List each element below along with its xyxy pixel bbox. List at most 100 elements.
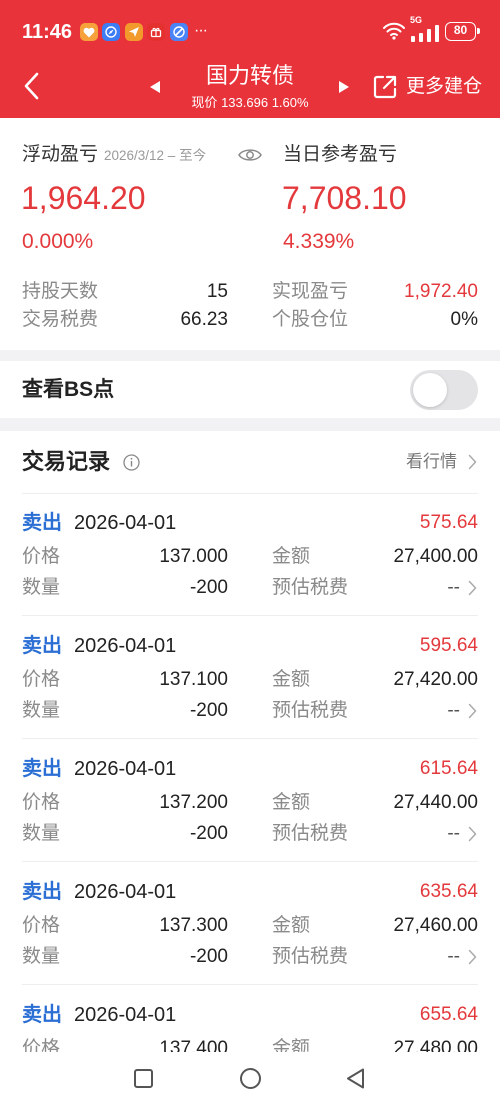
trade-fee: -- [447, 700, 460, 721]
trade-fee: -- [447, 823, 460, 844]
trade-record[interactable]: 卖出 2026-04-01 595.64 价格 137.100 金额 27,42… [0, 616, 500, 739]
trade-amount: 27,440.00 [393, 792, 478, 813]
more-positions-label: 更多建仓 [406, 76, 483, 97]
recents-square-icon[interactable] [133, 1068, 154, 1089]
caret-left-icon [150, 81, 160, 93]
trade-amount: 27,420.00 [393, 669, 478, 690]
trade-amount: 27,460.00 [393, 915, 478, 936]
back-triangle-icon[interactable] [345, 1067, 366, 1090]
trade-amount: 27,480.00 [393, 1038, 478, 1052]
view-market-label: 看行情 [406, 452, 457, 471]
trade-price: 137.100 [159, 669, 228, 690]
trade-date: 2026-04-01 [74, 512, 177, 534]
trade-side: 卖出 [22, 512, 62, 534]
trade-date: 2026-04-01 [74, 881, 177, 903]
holding-days-value: 15 [206, 281, 228, 302]
fee-label: 预估税费 [272, 823, 349, 844]
holding-days-label: 持股天数 [22, 281, 99, 302]
home-circle-icon[interactable] [239, 1067, 262, 1090]
daily-pnl-value: 7,708.10 [282, 180, 407, 216]
trade-pnl: 575.64 [419, 512, 478, 533]
trade-record[interactable]: 卖出 2026-04-01 575.64 价格 137.000 金额 27,40… [0, 493, 500, 616]
status-overflow-indicator: ··· [194, 22, 208, 39]
chevron-right-icon [468, 580, 477, 596]
paper-plane-app-icon [125, 23, 143, 41]
gift-app-icon [147, 23, 165, 41]
next-bond-button[interactable] [338, 80, 350, 94]
position-label: 个股仓位 [272, 309, 349, 330]
trade-fee: -- [447, 577, 460, 598]
back-button[interactable] [22, 71, 48, 103]
status-time: 11:46 [22, 21, 73, 43]
trade-records-section: 交易记录 看行情 卖出 2026-04-01 575.64 价格 137.000… [0, 431, 500, 1052]
amount-label: 金额 [272, 1038, 311, 1052]
chevron-right-icon [468, 826, 477, 842]
quantity-label: 数量 [22, 946, 61, 967]
battery-level: 80 [453, 23, 468, 37]
position-value: 0% [450, 309, 478, 330]
trade-record[interactable]: 卖出 2026-04-01 635.64 价格 137.300 金额 27,46… [0, 862, 500, 985]
fee-label: 预估税费 [272, 577, 349, 598]
quantity-label: 数量 [22, 823, 61, 844]
pnl-summary-card: 浮动盈亏 2026/3/12 – 至今 当日参考盈亏 1,964.20 7,70… [0, 118, 500, 350]
view-market-link[interactable]: 看行情 [404, 449, 480, 475]
amount-label: 金额 [272, 915, 311, 936]
more-positions-button[interactable]: 更多建仓 [370, 72, 486, 102]
bs-points-toggle[interactable] [410, 370, 478, 410]
realized-pnl-label: 实现盈亏 [272, 281, 349, 302]
trade-date: 2026-04-01 [74, 758, 177, 780]
bs-points-row: 查看BS点 [0, 361, 500, 418]
daily-pnl-label: 当日参考盈亏 [283, 144, 398, 165]
battery-indicator: 80 [445, 22, 480, 41]
holding-period: 2026/3/12 – 至今 [104, 148, 207, 163]
browser-app-icon [170, 23, 188, 41]
page-title: 国力转债 [205, 63, 294, 88]
quantity-label: 数量 [22, 577, 61, 598]
signal-bars-icon [410, 25, 440, 42]
price-change-pct: 1.60% [271, 95, 309, 110]
chevron-right-icon [468, 703, 477, 719]
trade-records-title: 交易记录 [22, 449, 111, 474]
previous-bond-button[interactable] [149, 80, 161, 94]
floating-pnl-pct: 0.000% [22, 230, 94, 253]
price-label: 现价 [191, 95, 218, 110]
bs-points-label: 查看BS点 [22, 378, 115, 401]
app-screen: 11:46 ··· 5G 80 国力转债 现价 133.696 1.60% 更多… [0, 0, 500, 1105]
quantity-label: 数量 [22, 700, 61, 721]
price-label: 价格 [22, 915, 61, 936]
eye-icon[interactable] [238, 147, 262, 163]
price-label: 价格 [22, 669, 61, 690]
trade-side: 卖出 [22, 758, 62, 780]
trade-quantity: -200 [189, 700, 228, 721]
compass-app-icon [102, 23, 120, 41]
realized-pnl-value: 1,972.40 [404, 281, 478, 302]
trade-fee: -- [447, 946, 460, 967]
trade-side: 卖出 [22, 881, 62, 903]
price-label: 价格 [22, 792, 61, 813]
trade-pnl: 595.64 [419, 635, 478, 656]
system-nav-bar [0, 1052, 500, 1105]
trade-quantity: -200 [189, 577, 228, 598]
chevron-right-icon [468, 949, 477, 965]
trade-pnl: 655.64 [419, 1004, 478, 1025]
chevron-left-icon [24, 72, 39, 100]
amount-label: 金额 [272, 792, 311, 813]
heart-app-icon [80, 23, 98, 41]
daily-pnl-pct: 4.339% [283, 230, 355, 253]
trade-date: 2026-04-01 [74, 1004, 177, 1026]
network-type: 5G [410, 15, 423, 25]
fee-label: 预估税费 [272, 700, 349, 721]
trade-price: 137.000 [159, 546, 228, 567]
trade-record[interactable]: 卖出 2026-04-01 655.64 价格 137.400 金额 27,48… [0, 985, 500, 1052]
floating-pnl-label: 浮动盈亏 [22, 144, 99, 165]
toggle-knob [413, 373, 447, 407]
current-price: 133.696 [221, 95, 269, 110]
trade-price: 137.300 [159, 915, 228, 936]
trade-pnl: 615.64 [419, 758, 478, 779]
floating-pnl-value: 1,964.20 [21, 180, 146, 216]
trade-record[interactable]: 卖出 2026-04-01 615.64 价格 137.200 金额 27,44… [0, 739, 500, 862]
header-area: 11:46 ··· 5G 80 国力转债 现价 133.696 1.60% 更多… [0, 0, 500, 118]
share-out-icon [372, 74, 398, 100]
fees-label: 交易税费 [22, 309, 99, 330]
info-icon[interactable] [123, 454, 140, 471]
